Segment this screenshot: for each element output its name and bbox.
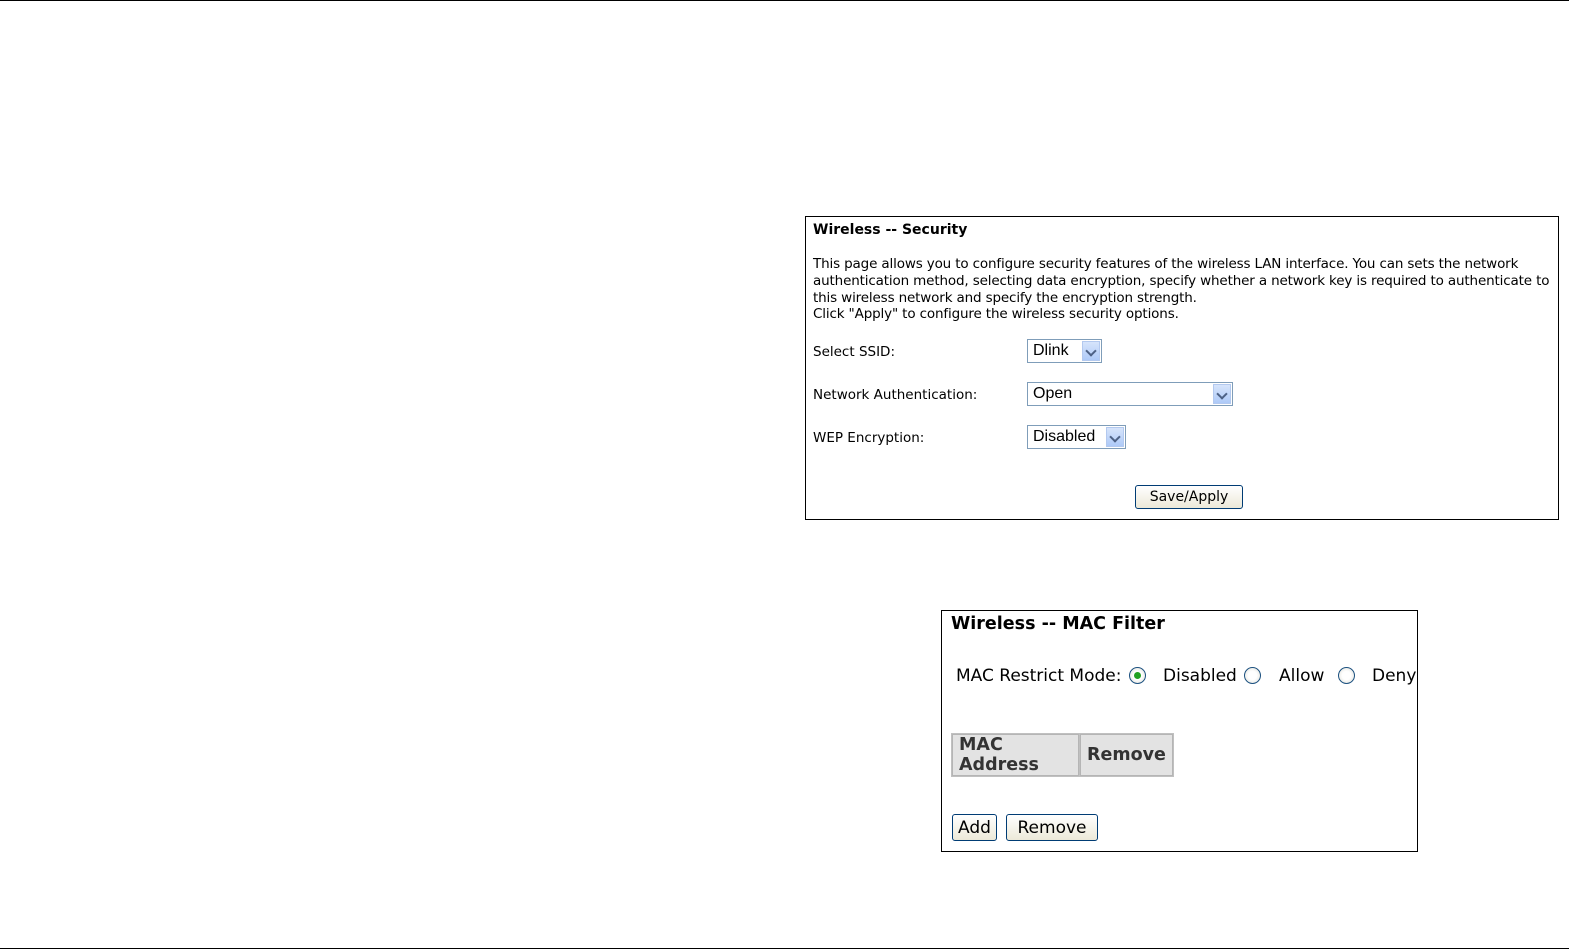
security-title: Wireless -- Security — [813, 222, 968, 238]
mac-filter-title: Wireless -- MAC Filter — [951, 614, 1165, 634]
table-header-row: MAC Address Remove — [952, 734, 1173, 776]
description-line: this wireless network and specify the en… — [813, 289, 1197, 306]
network-authentication-label: Network Authentication: — [813, 387, 978, 403]
bottom-rule — [0, 948, 1569, 949]
remove-button[interactable]: Remove — [1006, 814, 1098, 841]
network-authentication-select[interactable]: Open — [1027, 382, 1233, 406]
column-remove: Remove — [1080, 734, 1173, 776]
ssid-select-value: Dlink — [1033, 342, 1069, 359]
chevron-down-icon[interactable] — [1106, 427, 1124, 447]
save-apply-button[interactable]: Save/Apply — [1135, 485, 1243, 509]
radio-deny-label: Deny — [1372, 666, 1417, 686]
chevron-down-icon[interactable] — [1213, 384, 1231, 404]
description-line: This page allows you to configure securi… — [813, 256, 1519, 272]
radio-disabled[interactable] — [1129, 667, 1146, 684]
mac-restrict-mode-label: MAC Restrict Mode: — [956, 666, 1122, 686]
description-line: Click "Apply" to configure the wireless … — [813, 306, 1179, 323]
wep-encryption-select[interactable]: Disabled — [1027, 425, 1126, 449]
wep-encryption-value: Disabled — [1033, 428, 1096, 445]
column-mac-address: MAC Address — [952, 734, 1079, 776]
radio-allow-label: Allow — [1279, 666, 1325, 686]
wireless-mac-filter-panel: Wireless -- MAC Filter MAC Restrict Mode… — [941, 610, 1418, 852]
mac-address-table: MAC Address Remove — [951, 733, 1174, 777]
radio-allow[interactable] — [1244, 667, 1261, 684]
chevron-down-icon[interactable] — [1082, 341, 1100, 361]
radio-disabled-label: Disabled — [1163, 666, 1237, 686]
description-line: authentication method, selecting data en… — [813, 272, 1550, 289]
security-description: This page allows you to configure securi… — [813, 256, 1553, 323]
ssid-select[interactable]: Dlink — [1027, 339, 1102, 363]
select-ssid-label: Select SSID: — [813, 344, 896, 360]
top-rule — [0, 0, 1569, 1]
network-authentication-value: Open — [1033, 385, 1073, 402]
wireless-security-panel: Wireless -- Security This page allows yo… — [805, 216, 1559, 520]
radio-deny[interactable] — [1338, 667, 1355, 684]
wep-encryption-label: WEP Encryption: — [813, 430, 925, 446]
add-button[interactable]: Add — [952, 814, 997, 841]
